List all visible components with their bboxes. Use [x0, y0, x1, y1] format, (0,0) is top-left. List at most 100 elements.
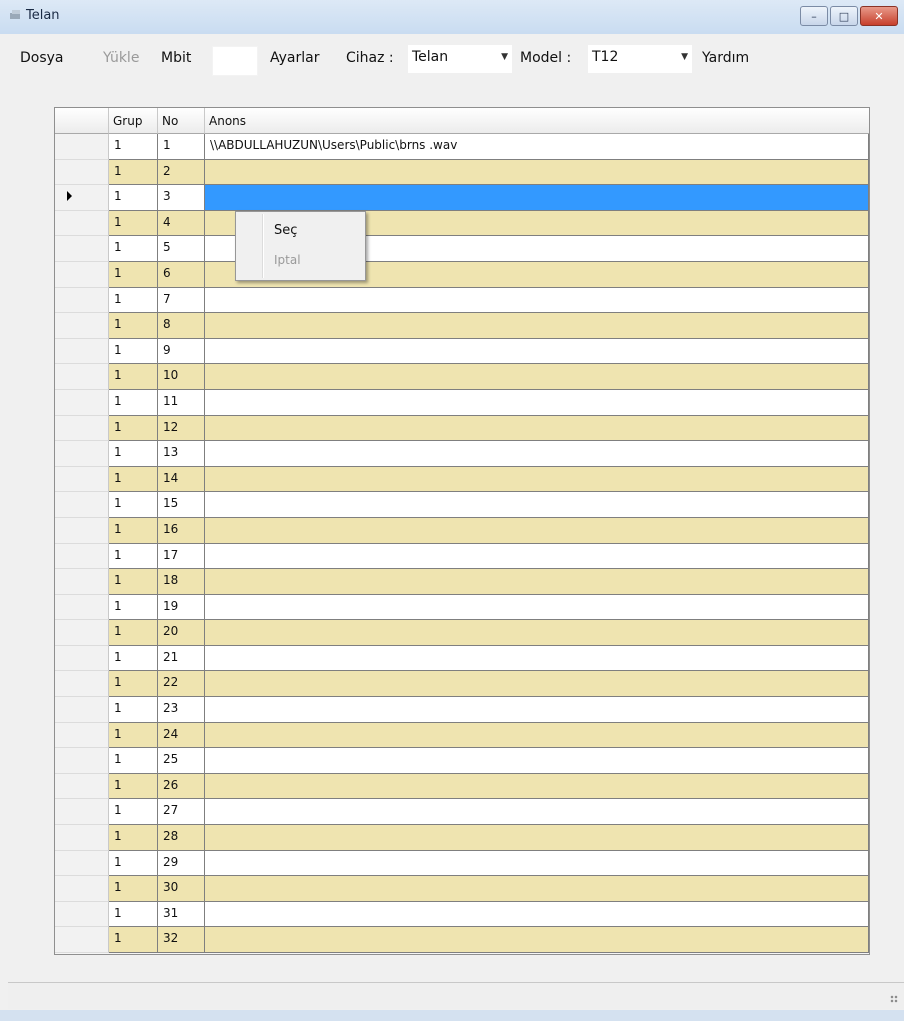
cell-grup[interactable]: 1: [109, 313, 158, 339]
cell-anons[interactable]: [205, 927, 869, 953]
cell-grup[interactable]: 1: [109, 620, 158, 646]
cell-no[interactable]: 18: [158, 569, 205, 595]
table-row[interactable]: 1 17: [55, 543, 869, 570]
cell-no[interactable]: 4: [158, 210, 205, 237]
cell-anons[interactable]: [205, 748, 869, 774]
table-row[interactable]: 1 26: [55, 773, 869, 800]
table-row[interactable]: 1 1 \\ABDULLAHUZUN\Users\Public\brns .wav: [55, 134, 869, 160]
table-row[interactable]: 1 24: [55, 722, 869, 749]
cell-no[interactable]: 28: [158, 825, 205, 851]
table-row[interactable]: 1 21: [55, 645, 869, 672]
cell-anons[interactable]: [205, 773, 869, 800]
table-row[interactable]: 1 28: [55, 825, 869, 851]
cell-grup[interactable]: 1: [109, 569, 158, 595]
cell-anons[interactable]: [205, 364, 869, 390]
table-row[interactable]: 1 12: [55, 415, 869, 442]
cell-no[interactable]: 8: [158, 313, 205, 339]
cell-no[interactable]: 3: [158, 185, 205, 211]
cell-no[interactable]: 25: [158, 748, 205, 774]
cell-no[interactable]: 2: [158, 159, 205, 186]
cell-no[interactable]: 24: [158, 722, 205, 749]
cell-grup[interactable]: 1: [109, 927, 158, 953]
row-header[interactable]: [55, 389, 109, 416]
table-row[interactable]: 1 19: [55, 594, 869, 621]
mbit-field[interactable]: [212, 46, 258, 76]
row-header[interactable]: [55, 927, 109, 953]
row-header[interactable]: [55, 620, 109, 646]
cell-grup[interactable]: 1: [109, 364, 158, 390]
maximize-button[interactable]: □: [830, 6, 858, 26]
table-row[interactable]: 17: [55, 287, 869, 314]
row-header[interactable]: [55, 517, 109, 544]
cell-no[interactable]: 1: [158, 134, 205, 160]
cell-anons[interactable]: [205, 517, 869, 544]
cell-grup[interactable]: 1: [109, 722, 158, 749]
cell-no[interactable]: 7: [158, 287, 205, 314]
cell-no[interactable]: 11: [158, 389, 205, 416]
row-header[interactable]: [55, 441, 109, 467]
row-header[interactable]: [55, 799, 109, 826]
menu-ayarlar[interactable]: Ayarlar: [270, 50, 319, 66]
minimize-button[interactable]: –: [800, 6, 828, 26]
column-header-anons[interactable]: Anons: [205, 108, 869, 134]
row-header[interactable]: [55, 876, 109, 902]
cell-no[interactable]: 6: [158, 261, 205, 288]
cell-anons[interactable]: \\ABDULLAHUZUN\Users\Public\brns .wav: [205, 134, 869, 160]
table-row[interactable]: 1 20: [55, 620, 869, 646]
cell-grup[interactable]: 1: [109, 415, 158, 442]
cell-anons[interactable]: [205, 569, 869, 595]
cell-no[interactable]: 32: [158, 927, 205, 953]
row-header[interactable]: [55, 338, 109, 365]
cell-grup[interactable]: 1: [109, 799, 158, 826]
cell-grup[interactable]: 1: [109, 697, 158, 723]
cell-grup[interactable]: 1: [109, 287, 158, 314]
model-dropdown[interactable]: T12 ▼: [588, 45, 692, 73]
cell-no[interactable]: 29: [158, 850, 205, 877]
cell-anons[interactable]: [205, 492, 869, 518]
cell-no[interactable]: 22: [158, 671, 205, 698]
row-header[interactable]: [55, 773, 109, 800]
cell-anons[interactable]: [205, 159, 869, 186]
cell-anons[interactable]: [205, 671, 869, 698]
row-header[interactable]: [55, 415, 109, 442]
table-row[interactable]: 1 29: [55, 850, 869, 877]
row-header[interactable]: [55, 492, 109, 518]
cell-no[interactable]: 23: [158, 697, 205, 723]
cell-anons[interactable]: [205, 415, 869, 442]
menu-mbit[interactable]: Mbit: [161, 50, 191, 66]
cell-no[interactable]: 10: [158, 364, 205, 390]
row-header[interactable]: [55, 134, 109, 160]
row-header[interactable]: [55, 364, 109, 390]
cell-no[interactable]: 31: [158, 901, 205, 928]
menu-yukle[interactable]: Yükle: [103, 50, 139, 66]
cell-anons[interactable]: [205, 466, 869, 493]
table-row[interactable]: 1 32: [55, 927, 869, 953]
row-header[interactable]: [55, 671, 109, 698]
cell-anons[interactable]: [205, 645, 869, 672]
table-row[interactable]: 1 27: [55, 799, 869, 826]
table-row[interactable]: 15: [55, 236, 869, 262]
row-header[interactable]: [55, 261, 109, 288]
row-header[interactable]: [55, 901, 109, 928]
cell-no[interactable]: 19: [158, 594, 205, 621]
cell-grup[interactable]: 1: [109, 338, 158, 365]
row-header[interactable]: [55, 466, 109, 493]
table-row[interactable]: 1 22: [55, 671, 869, 698]
cell-grup[interactable]: 1: [109, 901, 158, 928]
table-row[interactable]: 1 31: [55, 901, 869, 928]
cell-no[interactable]: 16: [158, 517, 205, 544]
table-row[interactable]: 1 14: [55, 466, 869, 493]
row-header[interactable]: [55, 594, 109, 621]
table-row[interactable]: 1 18: [55, 569, 869, 595]
cell-grup[interactable]: 1: [109, 441, 158, 467]
column-header-no[interactable]: No: [158, 108, 205, 134]
table-row[interactable]: 1 15: [55, 492, 869, 518]
row-header[interactable]: [55, 748, 109, 774]
cell-grup[interactable]: 1: [109, 210, 158, 237]
cell-no[interactable]: 5: [158, 236, 205, 262]
cell-grup[interactable]: 1: [109, 466, 158, 493]
cell-grup[interactable]: 1: [109, 594, 158, 621]
resize-grip-icon[interactable]: [890, 995, 898, 1003]
cell-anons[interactable]: [205, 901, 869, 928]
cell-grup[interactable]: 1: [109, 645, 158, 672]
